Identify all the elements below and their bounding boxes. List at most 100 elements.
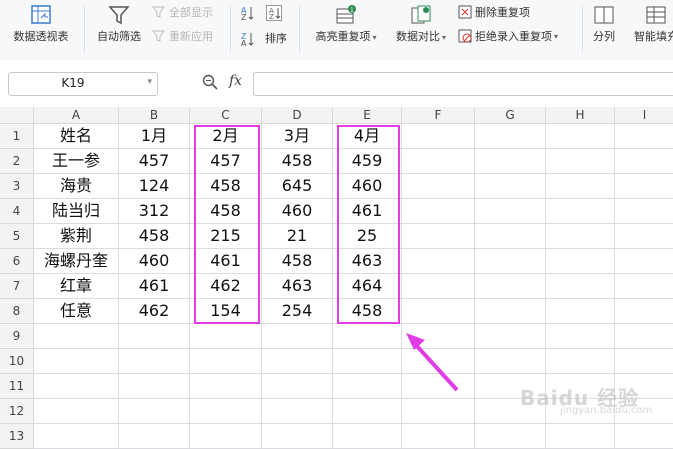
- cell-d1[interactable]: 3月: [262, 124, 333, 149]
- cell-b7[interactable]: 461: [119, 274, 190, 299]
- cell-f6[interactable]: [402, 249, 475, 274]
- cell-h13[interactable]: [546, 424, 615, 449]
- cell-i1[interactable]: [615, 124, 673, 149]
- column-header-d[interactable]: D: [262, 107, 333, 124]
- column-header-e[interactable]: E: [333, 107, 402, 124]
- row-header-12[interactable]: 12: [0, 399, 34, 424]
- cell-e2[interactable]: 459: [333, 149, 402, 174]
- column-header-f[interactable]: F: [402, 107, 475, 124]
- cell-c2[interactable]: 457: [190, 149, 262, 174]
- cell-a3[interactable]: 海贵: [34, 174, 119, 199]
- cell-g4[interactable]: [475, 199, 546, 224]
- cell-c3[interactable]: 458: [190, 174, 262, 199]
- function-icon[interactable]: fx: [229, 73, 242, 89]
- cell-b4[interactable]: 312: [119, 199, 190, 224]
- cell-h6[interactable]: [546, 249, 615, 274]
- cell-a1[interactable]: 姓名: [34, 124, 119, 149]
- cell-a11[interactable]: [34, 374, 119, 399]
- cell-a6[interactable]: 海螺丹奎: [34, 249, 119, 274]
- cell-i13[interactable]: [615, 424, 673, 449]
- cell-d13[interactable]: [262, 424, 333, 449]
- cell-d9[interactable]: [262, 324, 333, 349]
- show-all-button[interactable]: 全部显示: [151, 3, 213, 21]
- cell-c8[interactable]: 154: [190, 299, 262, 324]
- cell-h5[interactable]: [546, 224, 615, 249]
- reapply-button[interactable]: 重新应用: [151, 27, 213, 45]
- cell-c4[interactable]: 458: [190, 199, 262, 224]
- sort-desc-button[interactable]: AZ: [266, 3, 283, 21]
- cell-b3[interactable]: 124: [119, 174, 190, 199]
- column-header-i[interactable]: I: [615, 107, 673, 124]
- cell-g1[interactable]: [475, 124, 546, 149]
- cell-b12[interactable]: [119, 399, 190, 424]
- cell-i8[interactable]: [615, 299, 673, 324]
- cell-g9[interactable]: [475, 324, 546, 349]
- cell-e9[interactable]: [333, 324, 402, 349]
- sort-asc-button[interactable]: AZ: [240, 3, 257, 22]
- cell-e11[interactable]: [333, 374, 402, 399]
- row-header-7[interactable]: 7: [0, 274, 34, 299]
- column-header-a[interactable]: A: [34, 107, 119, 124]
- cell-g10[interactable]: [475, 349, 546, 374]
- cell-f3[interactable]: [402, 174, 475, 199]
- cell-b5[interactable]: 458: [119, 224, 190, 249]
- cell-a4[interactable]: 陆当归: [34, 199, 119, 224]
- cell-c7[interactable]: 462: [190, 274, 262, 299]
- cell-h7[interactable]: [546, 274, 615, 299]
- cell-d5[interactable]: 21: [262, 224, 333, 249]
- cell-d6[interactable]: 458: [262, 249, 333, 274]
- cell-c10[interactable]: [190, 349, 262, 374]
- row-header-11[interactable]: 11: [0, 374, 34, 399]
- cell-b10[interactable]: [119, 349, 190, 374]
- cell-h8[interactable]: [546, 299, 615, 324]
- pivot-table-button[interactable]: 数据透视表: [8, 0, 74, 44]
- column-header-h[interactable]: H: [546, 107, 615, 124]
- split-column-button[interactable]: 分列: [586, 0, 622, 44]
- cell-i5[interactable]: [615, 224, 673, 249]
- delete-duplicates-button[interactable]: 删除重复项: [458, 3, 530, 21]
- cell-i2[interactable]: [615, 149, 673, 174]
- cell-e7[interactable]: 464: [333, 274, 402, 299]
- formula-input[interactable]: [253, 72, 673, 96]
- cell-d7[interactable]: 463: [262, 274, 333, 299]
- cell-h1[interactable]: [546, 124, 615, 149]
- chevron-down-icon[interactable]: ▾: [147, 77, 152, 87]
- cell-g5[interactable]: [475, 224, 546, 249]
- cell-b13[interactable]: [119, 424, 190, 449]
- row-header-8[interactable]: 8: [0, 299, 34, 324]
- cell-g7[interactable]: [475, 274, 546, 299]
- cell-a13[interactable]: [34, 424, 119, 449]
- cell-e4[interactable]: 461: [333, 199, 402, 224]
- cell-f12[interactable]: [402, 399, 475, 424]
- cell-c6[interactable]: 461: [190, 249, 262, 274]
- cell-e12[interactable]: [333, 399, 402, 424]
- cell-e1[interactable]: 4月: [333, 124, 402, 149]
- cell-a8[interactable]: 任意: [34, 299, 119, 324]
- cell-d4[interactable]: 460: [262, 199, 333, 224]
- cell-h10[interactable]: [546, 349, 615, 374]
- cell-b8[interactable]: 462: [119, 299, 190, 324]
- zoom-icon[interactable]: [202, 74, 218, 90]
- cell-d3[interactable]: 645: [262, 174, 333, 199]
- cell-c5[interactable]: 215: [190, 224, 262, 249]
- row-header-1[interactable]: 1: [0, 124, 34, 149]
- cell-e8[interactable]: 458: [333, 299, 402, 324]
- cell-i3[interactable]: [615, 174, 673, 199]
- cell-b1[interactable]: 1月: [119, 124, 190, 149]
- cell-c1[interactable]: 2月: [190, 124, 262, 149]
- cell-g13[interactable]: [475, 424, 546, 449]
- cell-h9[interactable]: [546, 324, 615, 349]
- highlight-duplicates-button[interactable]: 1 高亮重复项 ▾: [306, 0, 386, 44]
- cell-a2[interactable]: 王一参: [34, 149, 119, 174]
- row-header-10[interactable]: 10: [0, 349, 34, 374]
- cell-c12[interactable]: [190, 399, 262, 424]
- cell-d12[interactable]: [262, 399, 333, 424]
- column-header-g[interactable]: G: [475, 107, 546, 124]
- column-header-c[interactable]: C: [190, 107, 262, 124]
- data-compare-button[interactable]: 数据对比 ▾: [390, 0, 452, 44]
- cell-c9[interactable]: [190, 324, 262, 349]
- cell-g2[interactable]: [475, 149, 546, 174]
- cell-f5[interactable]: [402, 224, 475, 249]
- cell-b11[interactable]: [119, 374, 190, 399]
- cell-e5[interactable]: 25: [333, 224, 402, 249]
